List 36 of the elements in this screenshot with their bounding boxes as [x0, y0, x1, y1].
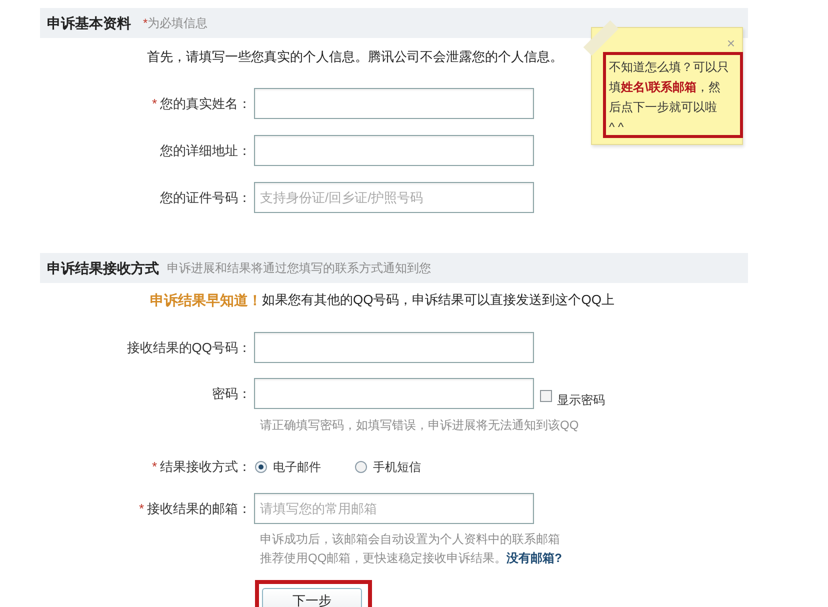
required-mark: * — [143, 15, 148, 32]
hint-text: 推荐使用QQ邮箱，更快速稳定接收申诉结果。 — [260, 550, 507, 566]
input-field[interactable] — [254, 332, 534, 363]
intro-text: 首先，请填写一些您真实的个人信息。腾讯公司不会泄露您的个人信息。 — [147, 48, 563, 66]
field-label: 密码： — [212, 384, 251, 403]
field-label: 您的真实姓名： — [160, 94, 251, 113]
input-field[interactable] — [254, 88, 534, 119]
field-label: 结果接收方式： — [160, 458, 251, 476]
field-label: 接收结果的邮箱： — [147, 500, 251, 518]
checkbox[interactable] — [540, 390, 552, 402]
no-email-link[interactable]: 没有邮箱? — [506, 548, 562, 566]
radio-label: 手机短信 — [373, 459, 421, 476]
radio-label: 电子邮件 — [273, 459, 321, 476]
section-title: 申诉基本资料 — [47, 14, 131, 32]
field-label: 您的详细地址： — [160, 142, 251, 160]
required-mark: * — [138, 500, 144, 518]
password-field[interactable] — [254, 378, 534, 409]
next-step-button[interactable]: 下一步 — [262, 588, 362, 607]
section-title: 申诉结果接收方式 — [47, 258, 159, 278]
input-field[interactable] — [254, 135, 534, 166]
field-label: 接收结果的QQ号码： — [126, 338, 251, 357]
radio-button[interactable] — [255, 461, 267, 473]
hint-text: 申诉成功后，该邮箱会自动设置为个人资料中的联系邮箱 — [260, 530, 560, 548]
radio-button[interactable] — [355, 461, 367, 473]
tip-text: 如果您有其他的QQ号码，申诉结果可以直接发送到这个QQ上 — [262, 291, 614, 310]
field-label: 您的证件号码： — [160, 188, 251, 207]
note-text: 不知道怎么填？可以只 填姓名\联系邮箱，然 后点下一步就可以啦 ^ ^ — [608, 59, 730, 136]
hint-text: 请正确填写密码，如填写错误，申诉进展将无法通知到该QQ — [260, 416, 579, 434]
input-field[interactable]: 请填写您的常用邮箱 — [254, 493, 534, 524]
tip-heading: 申诉结果早知道！ — [150, 290, 262, 310]
section-hint: 申诉进展和结果将通过您填写的联系方式通知到您 — [167, 260, 431, 277]
section-hint: 为必填信息 — [148, 15, 208, 32]
required-mark: * — [152, 94, 157, 113]
input-field[interactable]: 支持身份证/回乡证/护照号码 — [254, 182, 534, 213]
checkbox-label: 显示密码 — [557, 392, 605, 408]
required-mark: * — [152, 458, 157, 476]
